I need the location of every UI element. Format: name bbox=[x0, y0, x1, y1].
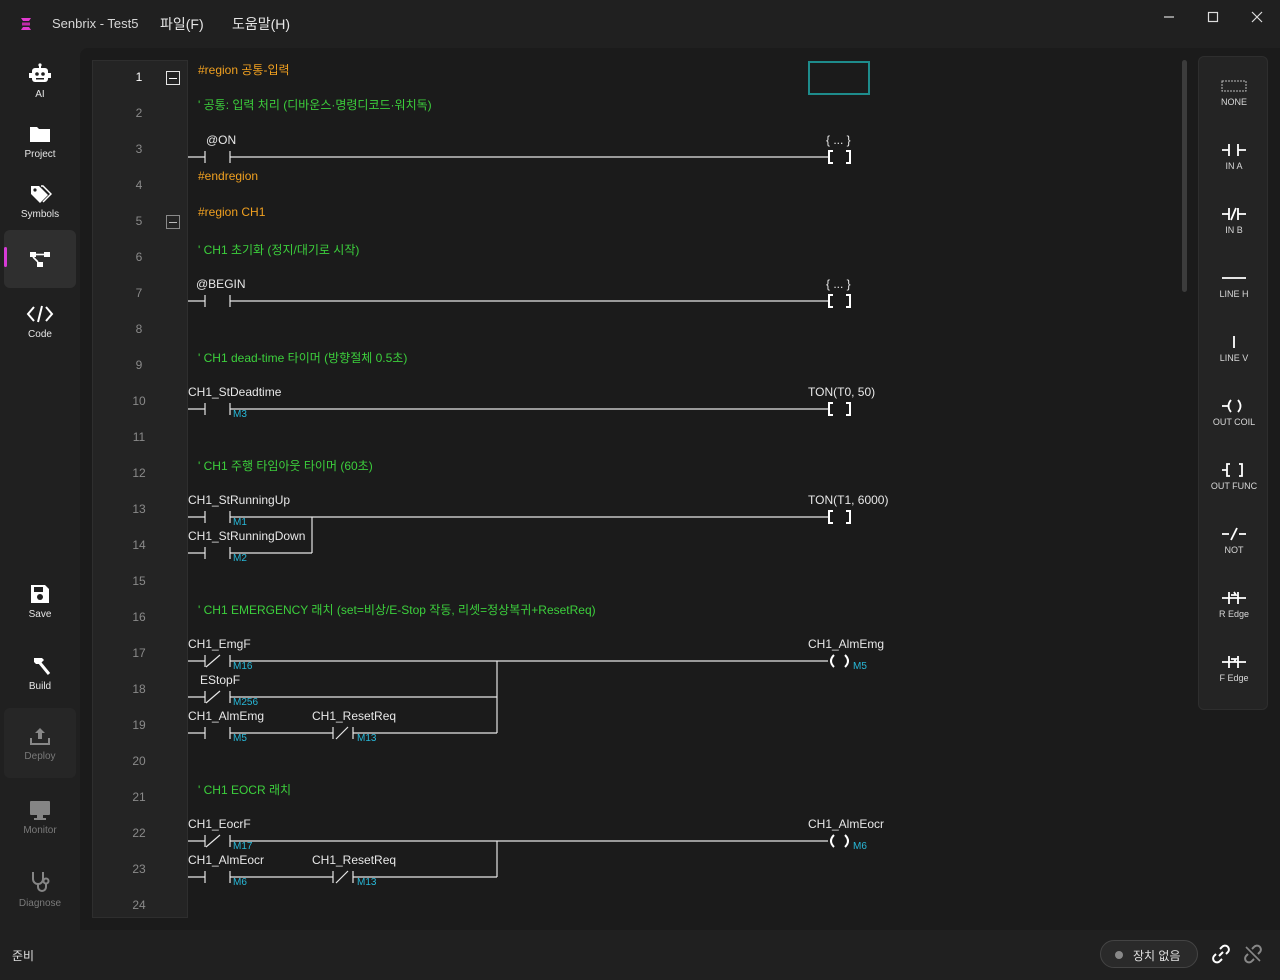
address-label: M5 bbox=[233, 733, 247, 744]
region-end: #endregion bbox=[198, 169, 259, 183]
palette-out-coil-label: OUT COIL bbox=[1212, 417, 1256, 427]
ladder-palette: NONE IN A IN B LINE H LINE V OUT COIL OU… bbox=[1198, 56, 1268, 710]
rising-edge-icon bbox=[1222, 591, 1246, 604]
palette-f-edge-label: F Edge bbox=[1219, 673, 1249, 683]
palette-line-h[interactable]: LINE H bbox=[1199, 259, 1269, 311]
vertical-scrollbar[interactable] bbox=[1182, 60, 1187, 292]
ladder-wiring bbox=[188, 150, 851, 884]
link-icon[interactable] bbox=[1211, 944, 1231, 964]
output-func-ton-t0[interactable]: TON(T0, 50) bbox=[808, 385, 875, 399]
contact-a-icon bbox=[1222, 144, 1246, 156]
address-label: M2 bbox=[233, 553, 247, 564]
contact-ch1-resetreq-2[interactable]: CH1_ResetReq bbox=[312, 853, 396, 867]
func-icon bbox=[1222, 463, 1243, 477]
output-func-ton-t1[interactable]: TON(T1, 6000) bbox=[808, 493, 888, 507]
status-bar: 준비 bbox=[0, 930, 1280, 980]
address-label: M16 bbox=[233, 661, 253, 672]
palette-line-v-label: LINE V bbox=[1219, 353, 1249, 363]
address-label: M5 bbox=[853, 661, 867, 672]
contact-ch1-strunningdown[interactable]: CH1_StRunningDown bbox=[188, 529, 305, 543]
comment-line-6: ' CH1 초기화 (정지/대기로 시작) bbox=[198, 243, 360, 257]
address-label: M6 bbox=[233, 877, 247, 888]
contact-ch1-eocrf[interactable]: CH1_EocrF bbox=[188, 817, 251, 831]
contact-ch1-almemg[interactable]: CH1_AlmEmg bbox=[188, 709, 264, 723]
address-label: M1 bbox=[233, 517, 247, 528]
cell-cursor[interactable] bbox=[808, 61, 870, 95]
palette-out-coil[interactable]: OUT COIL bbox=[1199, 387, 1269, 439]
palette-none-label: NONE bbox=[1220, 97, 1247, 107]
contact-ch1-almeocr[interactable]: CH1_AlmEocr bbox=[188, 853, 264, 867]
output-coil-ch1-almeocr[interactable]: CH1_AlmEocr bbox=[808, 817, 884, 831]
palette-r-edge-label: R Edge bbox=[1218, 609, 1250, 619]
unlink-icon[interactable] bbox=[1243, 944, 1263, 964]
output-func-l3[interactable]: { ... } bbox=[826, 133, 851, 147]
contact-ch1-strunningup[interactable]: CH1_StRunningUp bbox=[188, 493, 290, 507]
address-label: M17 bbox=[233, 841, 253, 852]
contact-begin[interactable]: @BEGIN bbox=[196, 277, 246, 291]
region-start-ch1: #region CH1 bbox=[198, 205, 266, 219]
palette-f-edge[interactable]: F Edge bbox=[1199, 643, 1269, 695]
contact-ch1-resetreq[interactable]: CH1_ResetReq bbox=[312, 709, 396, 723]
palette-not[interactable]: NOT bbox=[1199, 515, 1269, 567]
comment-line-9: ' CH1 dead-time 타이머 (방향절체 0.5초) bbox=[198, 351, 408, 365]
none-icon bbox=[1221, 80, 1247, 92]
palette-in-a[interactable]: IN A bbox=[1199, 131, 1269, 183]
palette-none[interactable]: NONE bbox=[1199, 67, 1269, 119]
palette-in-a-label: IN A bbox=[1225, 161, 1243, 171]
address-label: M13 bbox=[357, 733, 377, 744]
line-h-icon bbox=[1222, 277, 1246, 279]
line-v-icon bbox=[1233, 336, 1235, 348]
palette-line-v[interactable]: LINE V bbox=[1199, 323, 1269, 375]
comment-line-12: ' CH1 주행 타임아웃 타이머 (60초) bbox=[198, 459, 373, 473]
contact-estopf[interactable]: EStopF bbox=[200, 673, 240, 687]
status-text: 준비 bbox=[12, 949, 35, 963]
contact-ch1-stdeadtime[interactable]: CH1_StDeadtime bbox=[188, 385, 281, 399]
output-func-l7[interactable]: { ... } bbox=[826, 277, 851, 291]
comment-line-21: ' CH1 EOCR 래치 bbox=[198, 783, 292, 797]
contact-ch1-emgf[interactable]: CH1_EmgF bbox=[188, 637, 251, 651]
address-label: M256 bbox=[233, 697, 259, 708]
palette-out-func[interactable]: OUT FUNC bbox=[1199, 451, 1269, 503]
address-label: M13 bbox=[357, 877, 377, 888]
palette-r-edge[interactable]: R Edge bbox=[1199, 579, 1269, 631]
device-status-label: 장치 없음 bbox=[1133, 949, 1181, 963]
address-label: M3 bbox=[233, 409, 247, 420]
address-label: M6 bbox=[853, 841, 867, 852]
device-status-dot bbox=[1115, 951, 1123, 959]
contact-on[interactable]: @ON bbox=[206, 133, 236, 147]
palette-in-b-label: IN B bbox=[1225, 225, 1243, 235]
output-coil-ch1-almemg[interactable]: CH1_AlmEmg bbox=[808, 637, 884, 651]
device-status-pill[interactable]: 장치 없음 bbox=[1100, 940, 1198, 968]
falling-edge-icon bbox=[1222, 656, 1246, 668]
contact-b-icon bbox=[1222, 207, 1246, 221]
region-start-common-input: #region 공통-입력 bbox=[198, 63, 290, 77]
coil-icon bbox=[1222, 399, 1242, 413]
palette-in-b[interactable]: IN B bbox=[1199, 195, 1269, 247]
palette-not-label: NOT bbox=[1224, 545, 1244, 555]
comment-line-16: ' CH1 EMERGENCY 래치 (set=비상/E-Stop 작동, 리셋… bbox=[198, 603, 596, 617]
palette-line-h-label: LINE H bbox=[1219, 289, 1249, 299]
not-icon bbox=[1222, 527, 1246, 541]
comment-line-2: ' 공통: 입력 처리 (디바운스·명령디코드·워치독) bbox=[198, 98, 432, 112]
palette-out-func-label: OUT FUNC bbox=[1210, 481, 1258, 491]
